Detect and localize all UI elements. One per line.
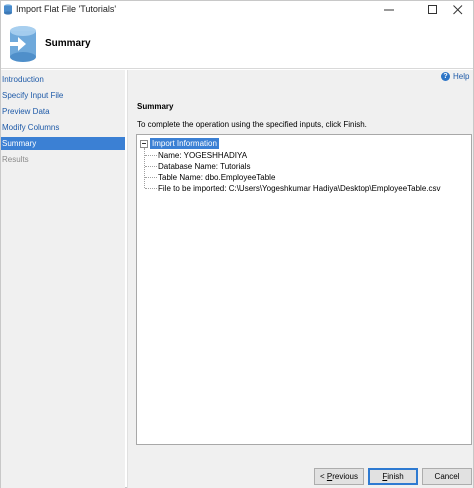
finish-button[interactable]: Finish [368,468,418,485]
summary-tree[interactable]: Import Information Name: YOGESHHADIYA Da… [136,134,472,445]
nav-item-summary[interactable]: Summary [1,137,125,150]
nav-item-preview-data[interactable]: Preview Data [1,105,125,118]
instruction-text: To complete the operation using the spec… [137,120,367,129]
tree-root-node[interactable]: Import Information [140,138,219,149]
collapse-toggle-icon[interactable] [140,139,148,148]
close-button[interactable] [441,1,474,19]
summary-panel: ? Help Summary To complete the operation… [127,70,473,488]
nav-item-specify-input-file[interactable]: Specify Input File [1,89,125,102]
nav-item-modify-columns[interactable]: Modify Columns [1,121,125,134]
tree-item-table-name: Table Name: dbo.EmployeeTable [145,172,275,183]
window-title: Import Flat File 'Tutorials' [16,4,117,14]
title-bar: Import Flat File 'Tutorials' [1,1,473,19]
nav-item-results: Results [2,155,29,164]
help-icon: ? [441,72,450,81]
minimize-button[interactable] [372,1,406,19]
tree-item-database-name: Database Name: Tutorials [145,161,251,172]
import-flat-file-window: Import Flat File 'Tutorials' Summary Int… [0,0,474,488]
tree-item-file-path: File to be imported: C:\Users\Yogeshkuma… [145,183,441,194]
page-title: Summary [45,38,91,49]
previous-button[interactable]: < Previous [314,468,364,485]
section-title: Summary [137,102,174,111]
wizard-header: Summary [1,19,473,69]
help-link[interactable]: ? Help [441,72,469,81]
wizard-navigation: Introduction Specify Input File Preview … [1,70,125,488]
nav-item-introduction[interactable]: Introduction [1,73,125,86]
tree-root-label: Import Information [150,138,219,149]
tree-item-name: Name: YOGESHHADIYA [145,150,247,161]
help-label: Help [453,72,470,81]
database-icon [3,4,13,15]
cancel-button[interactable]: Cancel [422,468,472,485]
import-database-icon [5,25,37,63]
